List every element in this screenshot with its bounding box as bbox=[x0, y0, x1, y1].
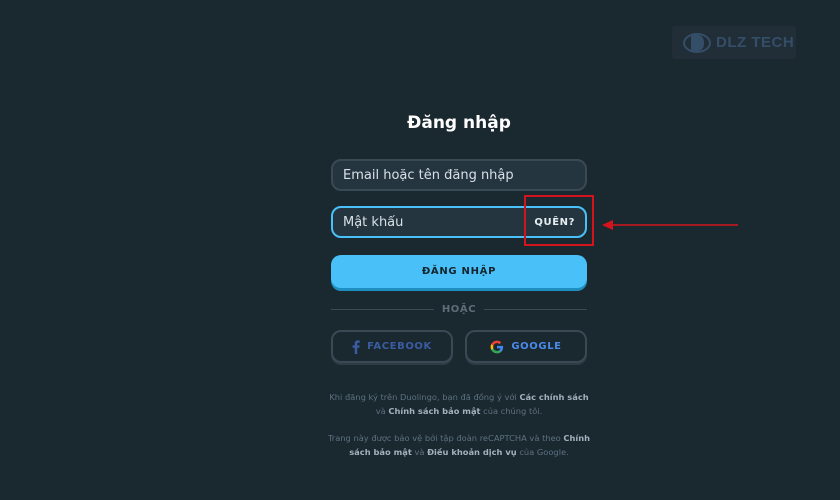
google-login-button[interactable]: GOOGLE bbox=[465, 330, 587, 363]
captcha-connector: và bbox=[414, 447, 425, 457]
facebook-label: FACEBOOK bbox=[367, 341, 432, 352]
facebook-login-button[interactable]: FACEBOOK bbox=[331, 330, 453, 363]
facebook-icon bbox=[352, 339, 360, 354]
login-button[interactable]: ĐĂNG NHẬP bbox=[331, 255, 587, 288]
captcha-prefix: Trang này được bảo vệ bởi tập đoàn reCAP… bbox=[327, 433, 561, 443]
annotation-highlight-box bbox=[524, 195, 594, 246]
watermark-logo: DLZ TECH bbox=[672, 26, 796, 59]
terms-suffix: của chúng tôi. bbox=[483, 406, 543, 416]
terms-policies-link[interactable]: Các chính sách bbox=[519, 392, 588, 402]
dlz-logo-icon bbox=[683, 32, 711, 53]
divider-line-right bbox=[484, 308, 588, 310]
divider-line-left bbox=[331, 308, 434, 310]
google-label: GOOGLE bbox=[511, 341, 562, 352]
divider-label: HOẶC bbox=[441, 303, 477, 315]
terms-prefix: Khi đăng ký trên Duolingo, bạn đã đồng ý… bbox=[329, 392, 517, 402]
captcha-suffix: của Google. bbox=[519, 447, 569, 457]
terms-notice: Khi đăng ký trên Duolingo, bạn đã đồng ý… bbox=[325, 390, 593, 418]
email-input[interactable] bbox=[343, 167, 575, 183]
captcha-notice: Trang này được bảo vệ bởi tập đoàn reCAP… bbox=[325, 431, 593, 459]
google-icon bbox=[490, 340, 504, 353]
terms-connector: và bbox=[375, 406, 386, 416]
terms-privacy-link[interactable]: Chính sách bảo mật bbox=[388, 406, 480, 416]
password-input[interactable] bbox=[343, 214, 535, 230]
watermark-text: DLZ TECH bbox=[716, 34, 795, 51]
page-title: Đăng nhập bbox=[407, 113, 511, 133]
google-terms-link[interactable]: Điều khoản dịch vụ bbox=[427, 447, 517, 457]
annotation-arrow-icon bbox=[602, 220, 738, 230]
email-field-container bbox=[331, 159, 587, 191]
or-divider: HOẶC bbox=[331, 302, 588, 316]
